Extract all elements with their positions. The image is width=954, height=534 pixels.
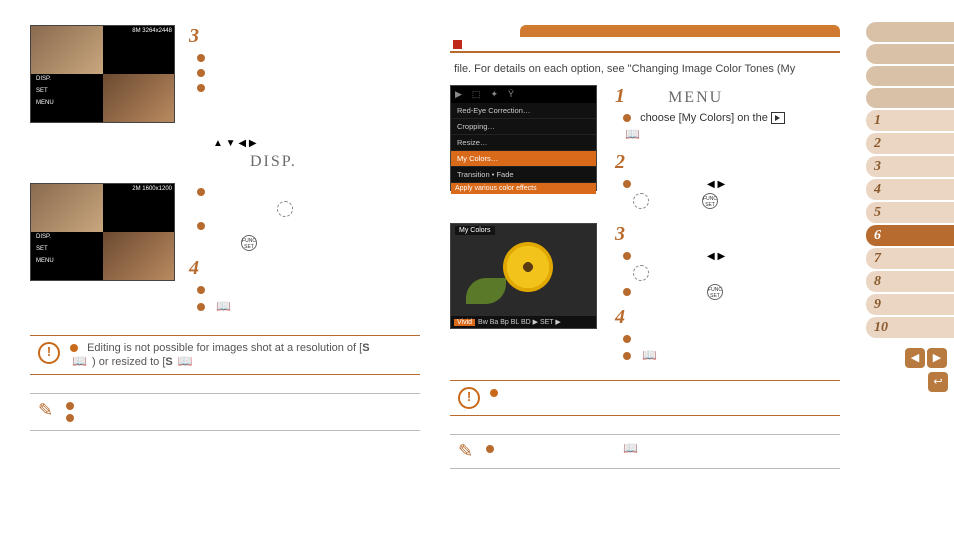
note-callout: ✎ <box>30 393 420 431</box>
exclaim-icon: ! <box>458 387 480 409</box>
func-set-icon: FUNC SET <box>702 193 718 209</box>
pencil-icon: ✎ <box>458 441 476 462</box>
section-underline <box>450 37 840 53</box>
step-number: 4 <box>615 306 625 328</box>
func-set-icon: FUNC SET <box>241 235 257 251</box>
record-icon <box>453 40 462 49</box>
step-number: 4 <box>189 257 199 279</box>
right-steps-1-2: 1 MENU choose [My Colors] on the 📖 2 ◀ ▶… <box>615 85 840 213</box>
control-ring-icon <box>277 201 293 217</box>
sidebar-tab-7[interactable]: 7 <box>866 248 954 269</box>
left-column: 8M 3264x2448 DISP. SET MENU 3 <box>30 25 420 431</box>
warning-callout: ! <box>450 380 840 416</box>
note-callout: ✎ 📖 <box>450 434 840 469</box>
lcd-mycolors-preview: My Colors VividBw Ba Bp BL BD ▶ SET ▶ <box>450 223 597 329</box>
step-number: 3 <box>189 25 199 47</box>
right-column: file. For details on each option, see "C… <box>450 25 840 469</box>
intro-text: file. For details on each option, see "C… <box>454 63 840 75</box>
lcd-crop-8m: 8M 3264x2448 DISP. SET MENU <box>30 25 175 123</box>
step-3-block: 3 <box>189 25 211 98</box>
step-number: 2 <box>615 151 625 173</box>
book-icon: 📖 <box>625 127 640 141</box>
dpad-arrows: ▲ ▼ ◀ ▶ <box>210 137 420 149</box>
lcd-crop-2m: 2M 1600x1200 DISP. SET MENU <box>30 183 175 281</box>
step-4-block: FUNC SET 4 📖 <box>189 183 293 317</box>
control-ring-icon <box>633 265 649 281</box>
sidebar-tab-blank[interactable] <box>866 88 954 108</box>
prev-page-button[interactable]: ◀ <box>905 348 925 368</box>
disp-label: DISP. <box>250 153 420 171</box>
sidebar-tab-blank[interactable] <box>866 44 954 64</box>
sidebar-tab-6[interactable]: 6 <box>866 225 954 246</box>
next-page-button[interactable]: ▶ <box>927 348 947 368</box>
sidebar-tab-5[interactable]: 5 <box>866 202 954 223</box>
page-nav: ◀▶ ↩ <box>866 348 954 392</box>
pencil-icon: ✎ <box>38 400 56 424</box>
step-number: 3 <box>615 223 625 245</box>
sidebar-tab-1[interactable]: 1 <box>866 110 954 131</box>
sidebar-tab-2[interactable]: 2 <box>866 133 954 154</box>
book-icon: 📖 <box>623 441 638 455</box>
step-number: 1 <box>615 85 625 107</box>
section-tab <box>520 25 840 37</box>
menu-label: MENU <box>668 89 723 106</box>
sidebar-tab-9[interactable]: 9 <box>866 294 954 315</box>
sidebar-tab-blank[interactable] <box>866 22 954 42</box>
sidebar-tab-10[interactable]: 10 <box>866 317 954 338</box>
sidebar-tabs: 12345678910 ◀▶ ↩ <box>866 20 954 392</box>
sidebar-tab-blank[interactable] <box>866 66 954 86</box>
book-icon: 📖 <box>216 299 231 313</box>
playback-icon <box>771 112 785 124</box>
control-ring-icon <box>633 193 649 209</box>
lcd-menu: ▶⬚✦Ÿ Red-Eye Correction… Cropping… Resiz… <box>450 85 597 191</box>
exclaim-icon: ! <box>38 342 60 364</box>
book-icon: 📖 <box>642 348 657 362</box>
warning-callout: ! Editing is not possible for images sho… <box>30 335 420 375</box>
sidebar-tab-3[interactable]: 3 <box>866 156 954 177</box>
return-button[interactable]: ↩ <box>928 372 948 392</box>
right-steps-3-4: 3 ◀ ▶ FUNC SET 4 📖 <box>615 223 840 366</box>
func-set-icon: FUNC SET <box>707 284 723 300</box>
sidebar-tab-4[interactable]: 4 <box>866 179 954 200</box>
sidebar-tab-8[interactable]: 8 <box>866 271 954 292</box>
